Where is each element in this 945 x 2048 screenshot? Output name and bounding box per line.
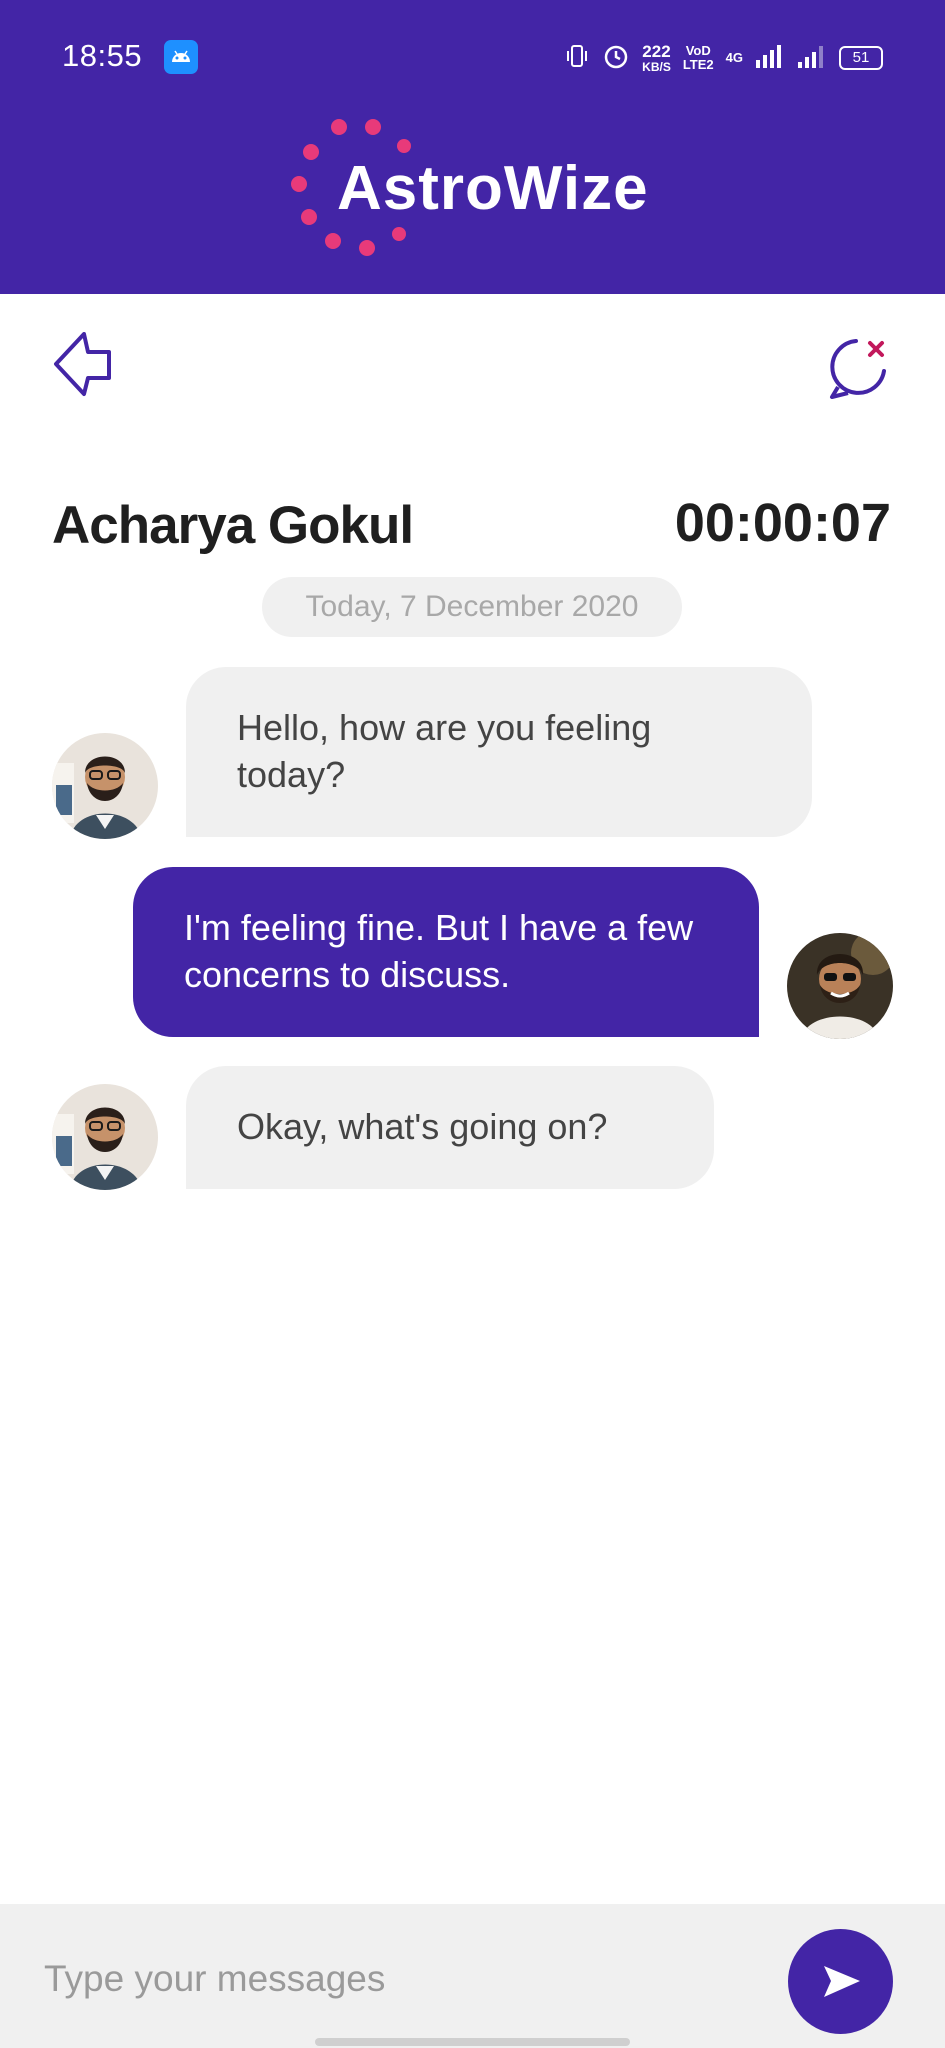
- volte-top: VoD: [685, 43, 711, 58]
- end-chat-icon: [830, 339, 886, 399]
- network-type: 4G: [725, 50, 743, 65]
- message-bubble-outgoing: I'm feeling fine. But I have a few conce…: [133, 867, 759, 1037]
- astrologer-avatar: [52, 733, 158, 839]
- net-speed: 222 KB/S: [642, 43, 671, 74]
- brand-name: AstroWize: [337, 154, 649, 223]
- user-avatar: [787, 933, 893, 1039]
- astrowize-logo: AstroWize: [285, 115, 685, 265]
- chat-timer: 00:00:07: [674, 493, 891, 553]
- volte-indicator: VoD LTE2: [683, 44, 714, 72]
- send-button[interactable]: [788, 1929, 893, 2034]
- status-time: 18:55: [62, 38, 143, 73]
- vibrate-icon: [564, 43, 590, 74]
- message-composer: [0, 1904, 945, 2048]
- back-arrow-icon: [54, 332, 111, 396]
- message-bubble-incoming: Hello, how are you feeling today?: [186, 667, 812, 837]
- message-input[interactable]: [42, 1948, 726, 2010]
- date-separator: Today, 7 December 2020: [262, 577, 682, 637]
- net-speed-unit: KB/S: [642, 59, 671, 74]
- status-icons: 222 KB/S VoD LTE2 4G 51: [564, 38, 883, 78]
- signal-strength-icon: [755, 43, 785, 74]
- battery-icon: 51: [839, 46, 883, 70]
- alarm-icon: [602, 42, 630, 75]
- message-text: Okay, what's going on?: [237, 1106, 608, 1147]
- send-icon: [824, 1966, 860, 1997]
- message-text: Hello, how are you feeling today?: [237, 707, 652, 795]
- contact-name: Acharya Gokul: [52, 496, 414, 555]
- android-notification-icon: [164, 40, 198, 74]
- net-speed-value: 222: [642, 41, 671, 61]
- app-header: 18:55 222 KB/S VoD LTE2 4G 51 AstroWize: [0, 0, 945, 294]
- astrologer-avatar: [52, 1084, 158, 1190]
- message-text: I'm feeling fine. But I have a few conce…: [184, 907, 694, 995]
- volte-bottom: LTE2: [682, 57, 714, 72]
- home-indicator: [315, 2038, 630, 2046]
- end-chat-button[interactable]: [826, 333, 896, 403]
- signal-strength-2-icon: [797, 43, 827, 74]
- back-button[interactable]: [52, 330, 114, 400]
- message-bubble-incoming: Okay, what's going on?: [186, 1066, 714, 1189]
